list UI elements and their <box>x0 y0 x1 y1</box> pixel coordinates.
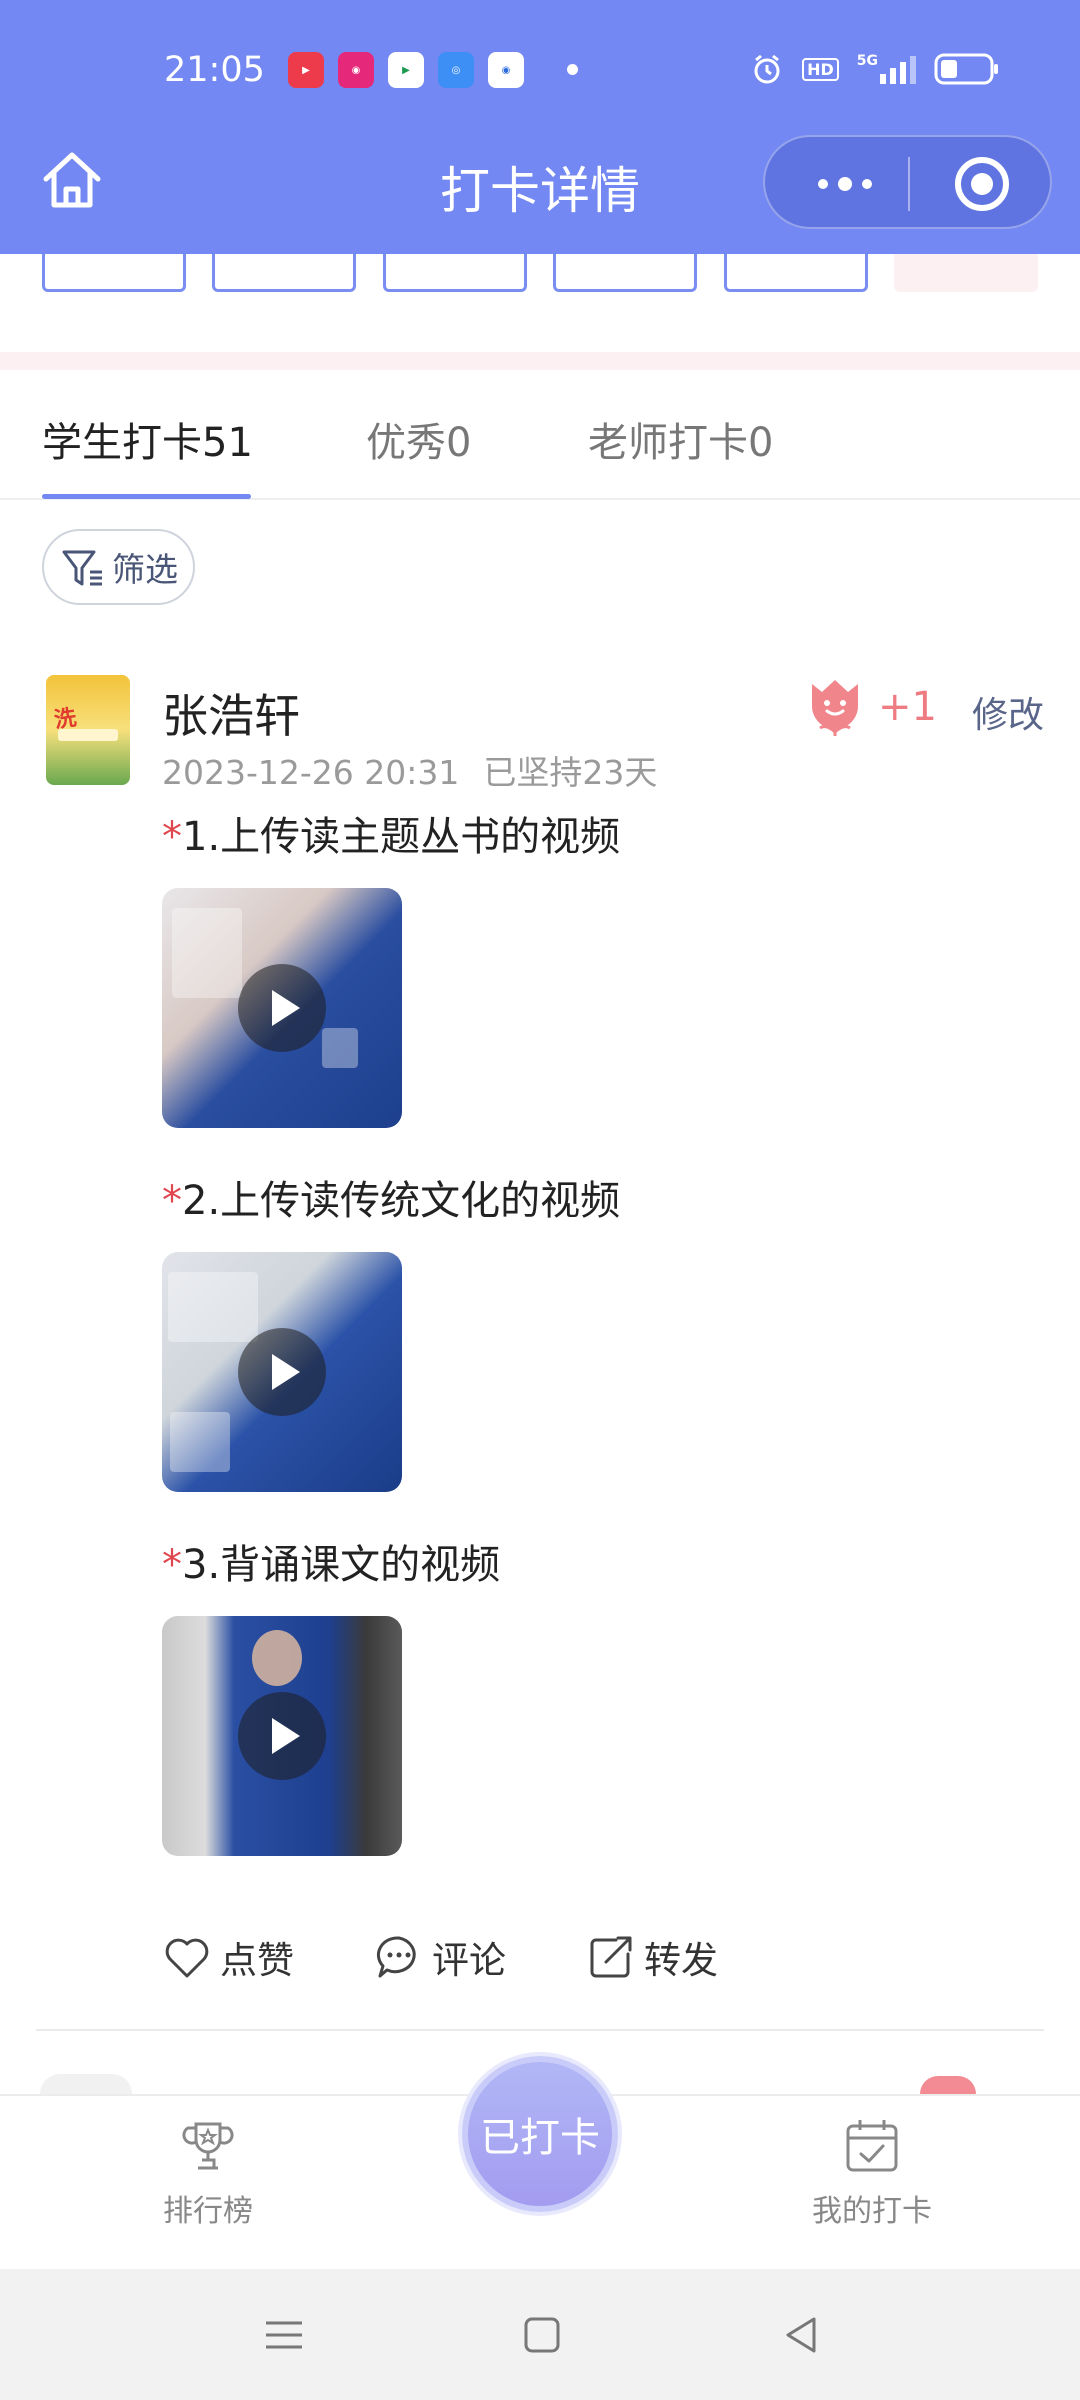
capsule-divider <box>908 157 910 211</box>
menu-icon[interactable] <box>262 2313 306 2357</box>
thumbnail-detail <box>252 1630 302 1686</box>
filter-label: 筛选 <box>112 550 178 589</box>
share-icon <box>590 1936 632 1978</box>
next-post-flower-icon[interactable] <box>920 2076 976 2094</box>
ranking-label: 排行榜 <box>163 2194 253 2229</box>
partial-stat-boxes <box>0 254 1080 294</box>
flower-icon[interactable] <box>806 676 864 736</box>
stat-box[interactable] <box>894 254 1038 292</box>
alarm-icon <box>750 52 784 86</box>
more-icon[interactable] <box>805 169 885 199</box>
app-header: 21:05 ▶ ◉ ▶ ◎ ◉ HD 5G 打卡详情 <box>0 0 1080 254</box>
thumbnail-detail <box>168 1272 258 1342</box>
stat-box[interactable] <box>383 254 527 292</box>
qq-browser-icon: ◉ <box>488 52 524 88</box>
checkin-tabs: 学生打卡51 优秀0 老师打卡0 <box>0 370 1080 500</box>
my-checkin-tab[interactable]: 我的打卡 <box>772 2116 972 2230</box>
thumbnail-detail <box>170 1412 230 1472</box>
checkin-button[interactable]: 已打卡 <box>462 2056 618 2212</box>
play-icon[interactable] <box>238 964 326 1052</box>
play-icon[interactable] <box>238 1328 326 1416</box>
heart-icon <box>165 1938 209 1978</box>
avatar-decoration <box>58 729 118 741</box>
avatar[interactable]: 洗 <box>46 675 130 785</box>
thumbnail-detail <box>172 908 242 998</box>
mini-program-capsule <box>763 135 1052 229</box>
status-time: 21:05 <box>164 50 265 90</box>
task-title-text: 2.上传读传统文化的视频 <box>182 1178 621 1224</box>
ranking-tab[interactable]: 排行榜 <box>108 2116 308 2230</box>
stat-box[interactable] <box>42 254 186 292</box>
notification-app-icons: ▶ ◉ ▶ ◎ ◉ <box>288 52 524 88</box>
filter-button[interactable]: 筛选 <box>42 529 195 605</box>
post-actions: 点赞 评论 转发 <box>162 1930 862 1990</box>
youtube-icon: ▶ <box>288 52 324 88</box>
filter-icon <box>62 550 102 586</box>
section-divider <box>0 352 1080 370</box>
comment-button[interactable]: 评论 <box>374 1930 506 1984</box>
next-post-avatar[interactable] <box>40 2074 132 2094</box>
tab-excellent[interactable]: 优秀0 <box>366 410 471 468</box>
play-icon[interactable] <box>238 1692 326 1780</box>
comment-icon <box>376 1936 416 1978</box>
required-marker: * <box>162 1542 182 1588</box>
task-title: *1.上传读主题丛书的视频 <box>162 804 620 862</box>
notification-dot <box>567 64 578 75</box>
post-meta: 2023-12-26 20:31 已坚持23天 <box>162 746 657 794</box>
video-thumbnail[interactable] <box>162 1252 402 1492</box>
share-label: 转发 <box>644 1939 718 1982</box>
back-icon[interactable] <box>780 2313 824 2357</box>
user-name[interactable]: 张浩轩 <box>162 680 300 746</box>
post-divider <box>36 2029 1044 2031</box>
signal-icon: 5G <box>857 52 916 86</box>
video-thumbnail[interactable] <box>162 888 402 1128</box>
post-streak: 已坚持23天 <box>483 753 658 792</box>
stat-box[interactable] <box>724 254 868 292</box>
battery-icon <box>934 52 1000 86</box>
thumbnail-detail <box>322 1028 358 1068</box>
task-title-text: 3.背诵课文的视频 <box>182 1542 501 1588</box>
stat-box[interactable] <box>212 254 356 292</box>
video-icon: ▶ <box>388 52 424 88</box>
browser-icon: ◎ <box>438 52 474 88</box>
system-navigation-bar <box>0 2269 1080 2400</box>
status-right-icons: HD 5G <box>750 52 1000 86</box>
post-date: 2023-12-26 20:31 <box>162 753 460 792</box>
status-bar: 21:05 ▶ ◉ ▶ ◎ ◉ HD 5G <box>0 40 1080 102</box>
task-title: *2.上传读传统文化的视频 <box>162 1168 620 1226</box>
trophy-icon <box>182 2122 234 2170</box>
my-checkin-label: 我的打卡 <box>812 2194 932 2229</box>
hd-icon: HD <box>802 52 839 86</box>
required-marker: * <box>162 1178 182 1224</box>
video-thumbnail[interactable] <box>162 1616 402 1856</box>
app-icon: ◉ <box>338 52 374 88</box>
share-button[interactable]: 转发 <box>586 1930 718 1984</box>
task-title: *3.背诵课文的视频 <box>162 1532 500 1590</box>
flower-count: +1 <box>878 684 937 730</box>
task-title-text: 1.上传读主题丛书的视频 <box>182 814 621 860</box>
active-tab-indicator <box>42 494 251 499</box>
like-button[interactable]: 点赞 <box>162 1930 294 1984</box>
tab-student-checkin[interactable]: 学生打卡51 <box>42 410 253 468</box>
calendar-check-icon <box>846 2120 898 2172</box>
tab-teacher-checkin[interactable]: 老师打卡0 <box>588 410 773 468</box>
like-label: 点赞 <box>220 1939 294 1982</box>
comment-label: 评论 <box>432 1939 506 1982</box>
edit-button[interactable]: 修改 <box>972 686 1044 738</box>
nav-row: 打卡详情 <box>0 135 1080 235</box>
stat-box[interactable] <box>553 254 697 292</box>
required-marker: * <box>162 814 182 860</box>
home-square-icon[interactable] <box>520 2313 564 2357</box>
close-target-icon[interactable] <box>955 157 1009 211</box>
